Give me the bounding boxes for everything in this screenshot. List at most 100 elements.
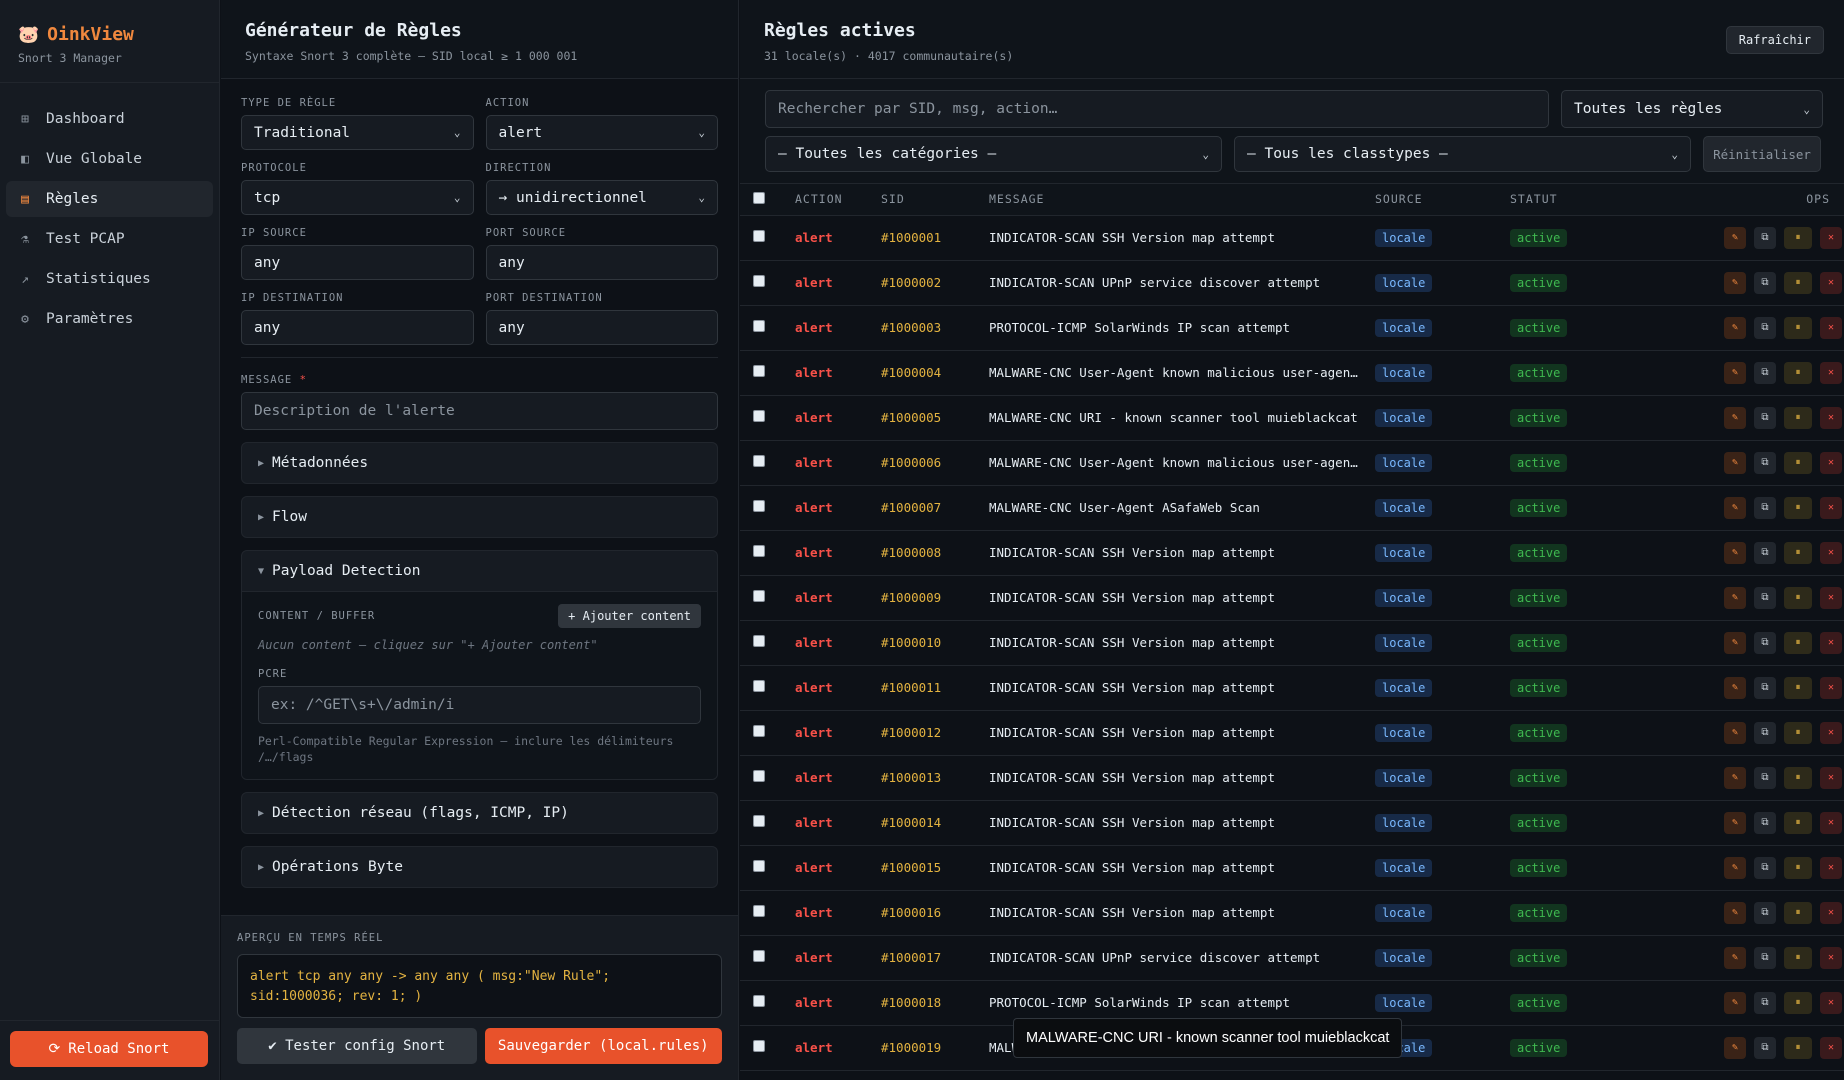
sidebar-item-test-pcap[interactable]: ⚗ Test PCAP <box>6 221 213 257</box>
edit-icon[interactable]: ✎ <box>1724 856 1746 879</box>
row-checkbox[interactable] <box>753 770 765 782</box>
sidebar-item-dashboard[interactable]: ⊞ Dashboard <box>6 101 213 137</box>
pause-icon[interactable]: ⏸ <box>1784 766 1812 789</box>
duplicate-icon[interactable]: ⧉ <box>1754 901 1776 924</box>
edit-icon[interactable]: ✎ <box>1724 991 1746 1014</box>
test-config-button[interactable]: ✔ Tester config Snort <box>237 1028 477 1064</box>
rule-scope-select[interactable]: Toutes les règles ⌄ <box>1561 90 1823 128</box>
duplicate-icon[interactable]: ⧉ <box>1754 586 1776 609</box>
network-detection-section[interactable]: ▶ Détection réseau (flags, ICMP, IP) <box>241 792 718 835</box>
pause-icon[interactable]: ⏸ <box>1784 226 1812 249</box>
category-select[interactable]: — Toutes les catégories — ⌄ <box>765 136 1222 172</box>
delete-icon[interactable]: ✕ <box>1820 541 1842 564</box>
delete-icon[interactable]: ✕ <box>1820 271 1842 294</box>
table-row[interactable]: alert #1000009 INDICATOR-SCAN SSH Version … <box>740 575 1844 620</box>
sidebar-item-vue-globale[interactable]: ◧ Vue Globale <box>6 141 213 177</box>
metadata-section[interactable]: ▶ Métadonnées <box>241 442 718 484</box>
save-rules-button[interactable]: Sauvegarder (local.rules) <box>484 1028 722 1064</box>
table-row[interactable]: alert #1000003 PROTOCOL-ICMP SolarWinds IP… <box>740 305 1844 350</box>
pause-icon[interactable]: ⏸ <box>1784 676 1812 699</box>
table-row[interactable]: alert #1000011 INDICATOR-SCAN SSH Version … <box>740 665 1844 710</box>
reset-filters-button[interactable]: Réinitialiser <box>1703 136 1821 172</box>
delete-icon[interactable]: ✕ <box>1820 856 1842 879</box>
pause-icon[interactable]: ⏸ <box>1784 361 1812 384</box>
table-row[interactable]: alert #1000002 INDICATOR-SCAN UPnP service… <box>740 260 1844 305</box>
duplicate-icon[interactable]: ⧉ <box>1754 721 1776 744</box>
duplicate-icon[interactable]: ⧉ <box>1754 496 1776 519</box>
duplicate-icon[interactable]: ⧉ <box>1754 766 1776 789</box>
row-checkbox[interactable] <box>753 680 765 692</box>
row-checkbox[interactable] <box>753 500 765 512</box>
table-row[interactable]: alert #1000008 INDICATOR-SCAN SSH Version … <box>740 530 1844 575</box>
row-checkbox[interactable] <box>753 635 765 647</box>
row-checkbox[interactable] <box>753 590 765 602</box>
row-checkbox[interactable] <box>753 275 765 287</box>
duplicate-icon[interactable]: ⧉ <box>1754 271 1776 294</box>
pause-icon[interactable]: ⏸ <box>1784 946 1812 969</box>
delete-icon[interactable]: ✕ <box>1820 766 1842 789</box>
table-row[interactable]: alert #1000005 MALWARE-CNC URI - known sca… <box>740 395 1844 440</box>
duplicate-icon[interactable]: ⧉ <box>1754 631 1776 654</box>
duplicate-icon[interactable]: ⧉ <box>1754 451 1776 474</box>
delete-icon[interactable]: ✕ <box>1820 676 1842 699</box>
row-checkbox[interactable] <box>753 860 765 872</box>
row-checkbox[interactable] <box>753 995 765 1007</box>
edit-icon[interactable]: ✎ <box>1724 901 1746 924</box>
classtype-select[interactable]: — Tous les classtypes — ⌄ <box>1234 136 1691 172</box>
duplicate-icon[interactable]: ⧉ <box>1754 991 1776 1014</box>
table-row[interactable]: alert #1000006 MALWARE-CNC User-Agent know… <box>740 440 1844 485</box>
edit-icon[interactable]: ✎ <box>1724 496 1746 519</box>
col-status[interactable]: STATUT <box>1505 184 1645 216</box>
edit-icon[interactable]: ✎ <box>1724 316 1746 339</box>
pause-icon[interactable]: ⏸ <box>1784 1036 1812 1059</box>
table-row[interactable]: alert #1000010 INDICATOR-SCAN SSH Version … <box>740 620 1844 665</box>
pause-icon[interactable]: ⏸ <box>1784 406 1812 429</box>
table-row[interactable]: alert #1000001 INDICATOR-SCAN SSH Version … <box>740 215 1844 260</box>
row-checkbox[interactable] <box>753 365 765 377</box>
flow-section[interactable]: ▶ Flow <box>241 496 718 538</box>
src-port-input[interactable]: any <box>485 245 718 280</box>
table-row[interactable]: alert #1000007 MALWARE-CNC User-Agent ASaf… <box>740 485 1844 530</box>
sidebar-item-param-tres[interactable]: ⚙ Paramètres <box>6 301 213 337</box>
col-message[interactable]: MESSAGE <box>984 184 1370 216</box>
pause-icon[interactable]: ⏸ <box>1784 991 1812 1014</box>
pause-icon[interactable]: ⏸ <box>1784 541 1812 564</box>
edit-icon[interactable]: ✎ <box>1724 271 1746 294</box>
edit-icon[interactable]: ✎ <box>1724 361 1746 384</box>
pcre-input[interactable]: ex: /^GET\s+\/admin/i <box>258 686 701 724</box>
add-content-button[interactable]: + Ajouter content <box>558 604 701 628</box>
edit-icon[interactable]: ✎ <box>1724 586 1746 609</box>
table-row[interactable]: alert #1000013 INDICATOR-SCAN SSH Version … <box>740 755 1844 800</box>
pause-icon[interactable]: ⏸ <box>1784 496 1812 519</box>
duplicate-icon[interactable]: ⧉ <box>1754 811 1776 834</box>
byte-operations-section[interactable]: ▶ Opérations Byte <box>241 846 718 889</box>
pause-icon[interactable]: ⏸ <box>1784 811 1812 834</box>
table-row[interactable]: alert #1000014 INDICATOR-SCAN SSH Version … <box>740 800 1844 845</box>
sidebar-item-statistiques[interactable]: ↗ Statistiques <box>6 261 213 297</box>
edit-icon[interactable]: ✎ <box>1724 451 1746 474</box>
delete-icon[interactable]: ✕ <box>1820 316 1842 339</box>
duplicate-icon[interactable]: ⧉ <box>1754 361 1776 384</box>
delete-icon[interactable]: ✕ <box>1820 901 1842 924</box>
duplicate-icon[interactable]: ⧉ <box>1754 406 1776 429</box>
delete-icon[interactable]: ✕ <box>1820 946 1842 969</box>
reload-snort-button[interactable]: ⟳ Reload Snort <box>10 1031 208 1067</box>
delete-icon[interactable]: ✕ <box>1820 586 1842 609</box>
action-select[interactable]: alert ⌄ <box>485 115 718 150</box>
rule-type-select[interactable]: Traditional ⌄ <box>241 115 474 150</box>
delete-icon[interactable]: ✕ <box>1820 406 1842 429</box>
edit-icon[interactable]: ✎ <box>1724 406 1746 429</box>
row-checkbox[interactable] <box>753 725 765 737</box>
protocol-select[interactable]: tcp ⌄ <box>241 180 474 215</box>
row-checkbox[interactable] <box>753 950 765 962</box>
row-checkbox[interactable] <box>753 230 765 242</box>
pause-icon[interactable]: ⏸ <box>1784 316 1812 339</box>
pause-icon[interactable]: ⏸ <box>1784 631 1812 654</box>
row-checkbox[interactable] <box>753 320 765 332</box>
pause-icon[interactable]: ⏸ <box>1784 856 1812 879</box>
delete-icon[interactable]: ✕ <box>1820 226 1842 249</box>
delete-icon[interactable]: ✕ <box>1820 811 1842 834</box>
duplicate-icon[interactable]: ⧉ <box>1754 856 1776 879</box>
pause-icon[interactable]: ⏸ <box>1784 451 1812 474</box>
src-ip-input[interactable]: any <box>241 245 474 280</box>
